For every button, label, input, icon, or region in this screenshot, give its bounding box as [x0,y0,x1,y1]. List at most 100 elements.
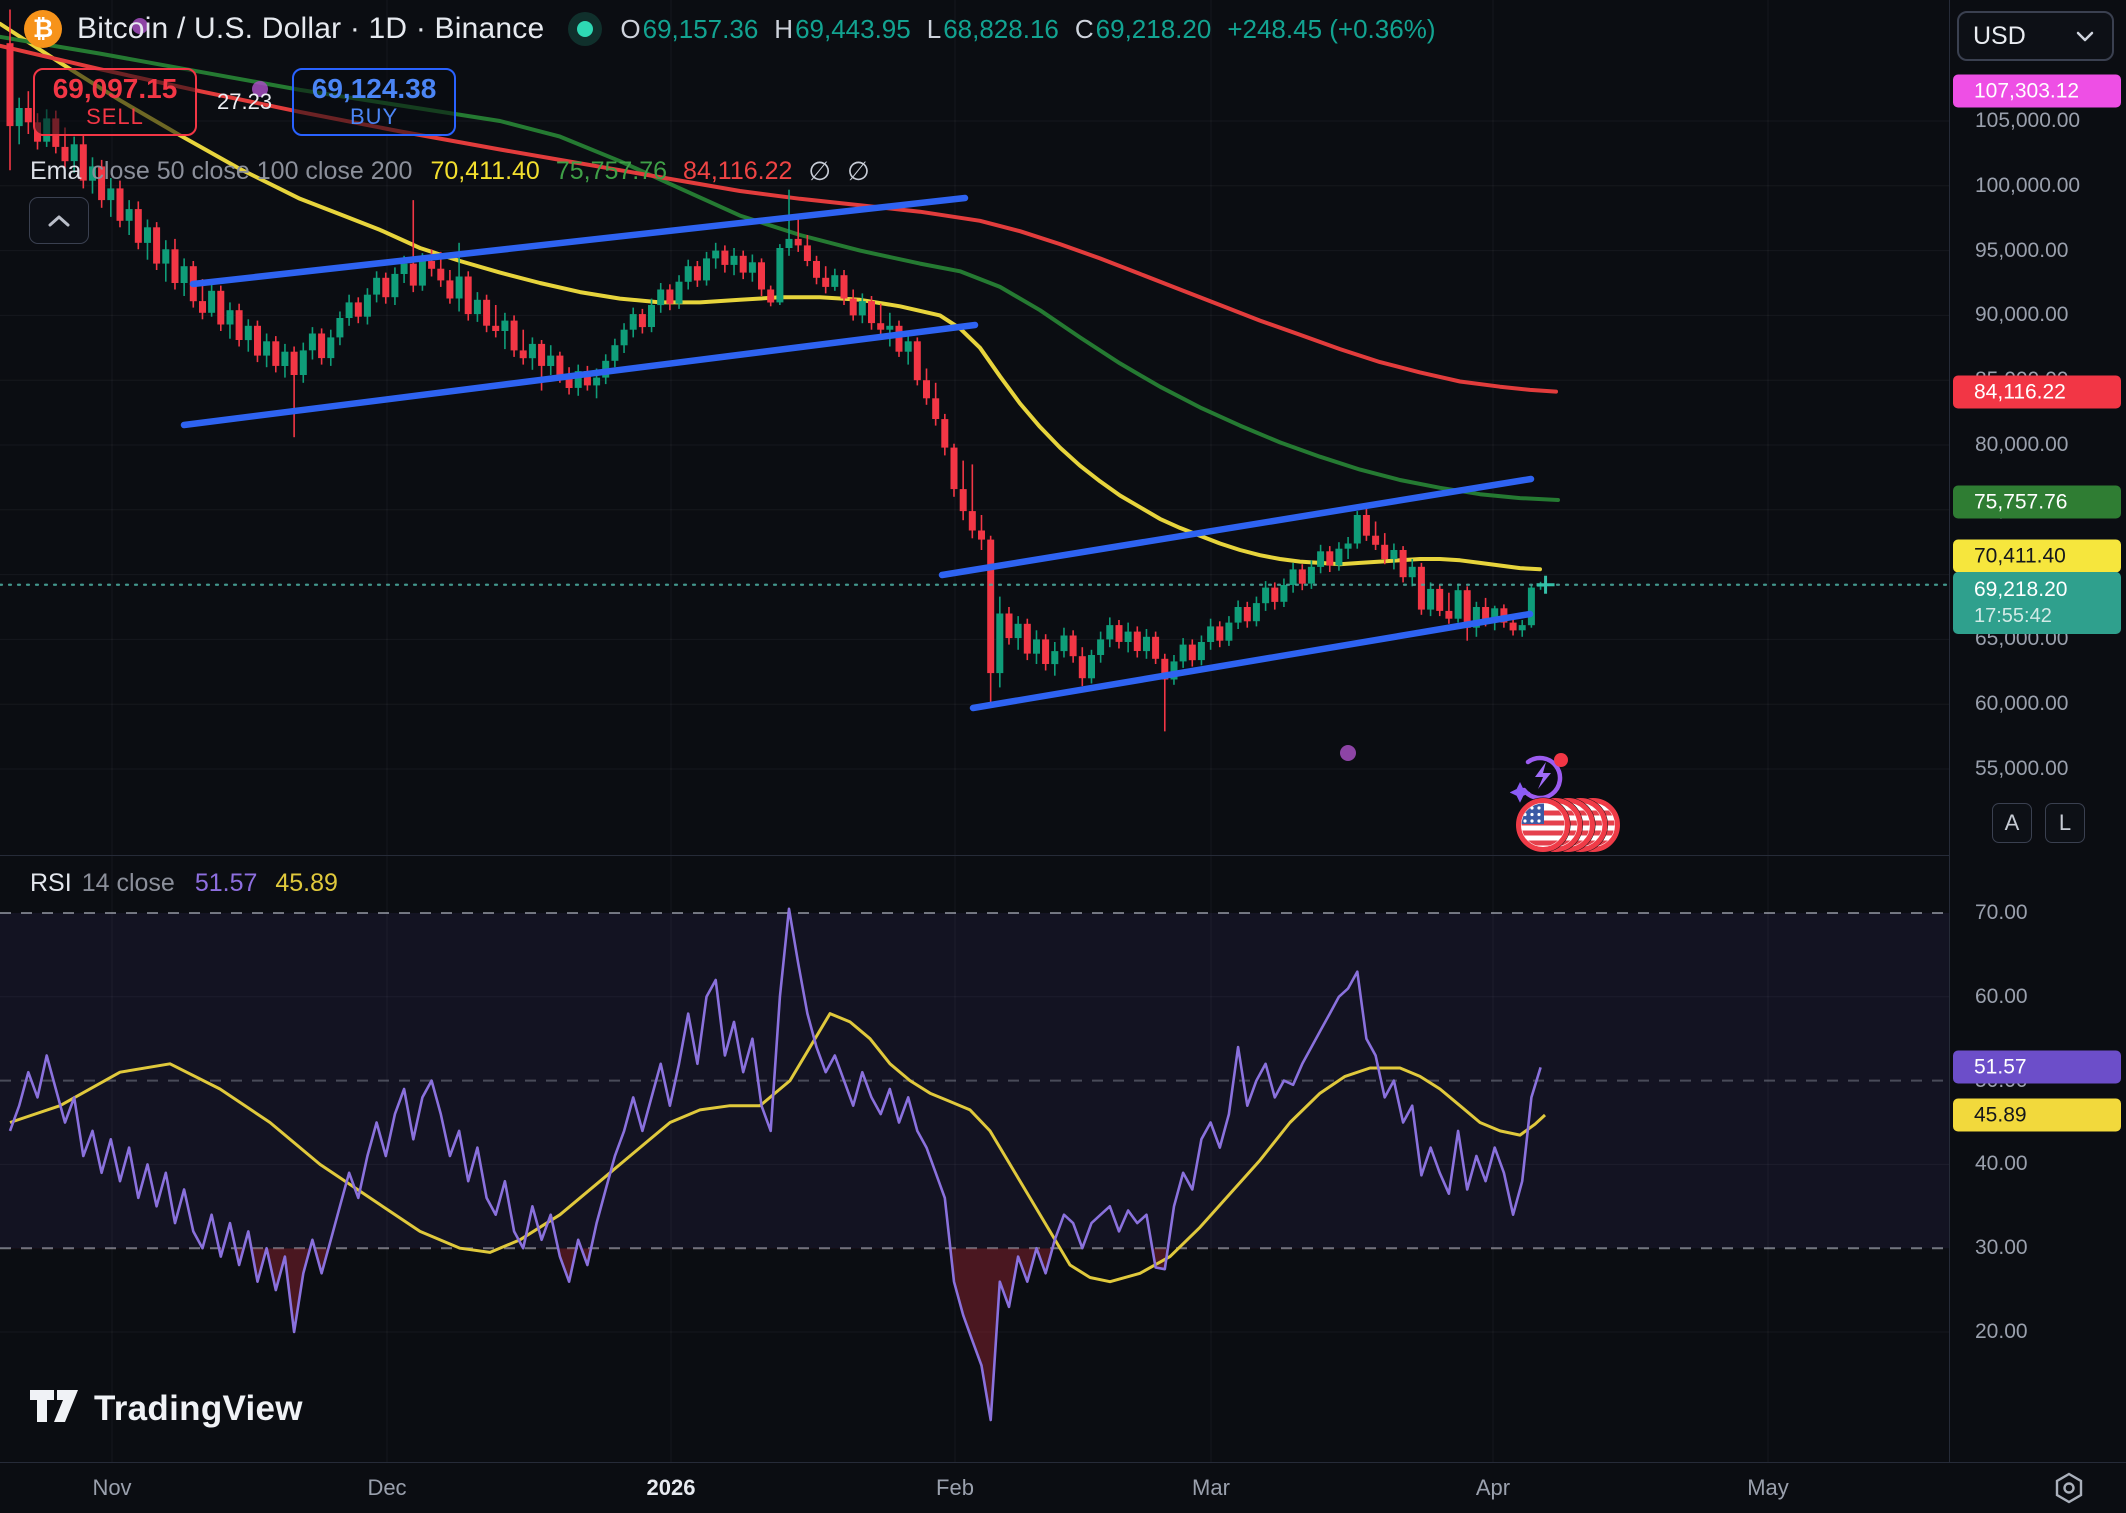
candle [300,350,307,375]
average-toggle-icon[interactable]: ∅ [847,156,870,187]
rsi-level-badge: 45.89 [1953,1099,2121,1132]
candle [391,274,398,297]
time-axis-label: Nov [92,1475,131,1501]
candle [346,302,353,318]
candle [1308,567,1315,584]
candle [1125,632,1132,642]
candle [401,264,408,274]
rsi-legend[interactable]: RSI 14 close 51.57 45.89 [30,869,338,898]
time-axis-label: Apr [1476,1475,1510,1501]
candle [1299,569,1306,583]
candle [731,256,738,265]
candle [135,209,142,243]
open-label: O [620,14,640,45]
symbol-title[interactable]: Bitcoin / U.S. Dollar · 1D · Binance [77,12,544,46]
candle [1134,632,1141,651]
trendline[interactable] [193,198,965,284]
candle [987,540,994,674]
candle [932,398,939,419]
candle [630,314,637,330]
candle [758,262,765,289]
flag-stack-icon[interactable] [1514,796,1624,859]
low-label: L [927,14,941,45]
candle [456,277,463,299]
time-axis-label: Mar [1192,1475,1230,1501]
tradingview-logo-text: TradingView [94,1389,303,1429]
price-chart-canvas[interactable] [0,0,1949,1462]
time-axis-label: 2026 [647,1475,696,1501]
candle [712,251,719,259]
candle [1079,656,1086,678]
candle [996,614,1003,674]
candle [483,300,490,326]
change-value: +248.45 (+0.36%) [1227,14,1435,45]
ema-name: Ema [30,157,81,186]
candle [7,43,14,126]
price-axis[interactable]: A L 105,000.00100,000.0095,000.0090,000.… [1949,0,2126,1462]
log-scale-button[interactable]: L [2045,803,2085,843]
candle [181,266,188,283]
candle [1152,637,1159,659]
candle [1033,639,1040,653]
candle [1042,639,1049,664]
time-axis-label: Dec [367,1475,406,1501]
price-level-badge: 75,757.76 [1953,486,2121,519]
candle [960,489,967,511]
collapse-legend-button[interactable] [29,197,89,244]
pane-separator[interactable] [0,855,2126,856]
chevron-up-icon [48,215,70,227]
candle [593,378,600,386]
candle [1528,588,1535,626]
candle [382,278,389,297]
candle [291,352,298,375]
candle [1207,626,1214,642]
candle [25,108,32,122]
candle [1290,569,1297,585]
candle [153,227,160,263]
candle [511,321,518,351]
candle [1235,607,1242,623]
tradingview-logo[interactable]: TradingView [28,1384,303,1434]
price-level-badge: 70,411.40 [1953,540,2121,573]
candle [217,291,224,325]
last-price-value: 69,218.20 [1974,576,2067,603]
candle [245,326,252,340]
candle [969,511,976,530]
currency-dropdown[interactable]: USD [1957,11,2114,61]
candle [1244,607,1251,621]
candle [336,318,343,337]
rsi-name: RSI [30,869,72,898]
candle [1427,589,1434,610]
candle [1116,625,1123,642]
candle [144,227,151,243]
candle [1400,550,1407,577]
buy-button[interactable]: 69,124.38 BUY [292,68,456,136]
axis-settings-icon[interactable] [2054,1472,2084,1509]
candle [107,188,114,200]
candle [1519,625,1526,630]
candle [804,245,811,261]
candle [1024,624,1031,654]
countdown-timer: 17:55:42 [1974,603,2052,630]
time-axis[interactable]: NovDec2026FebMarAprMay [0,1462,2126,1513]
auto-scale-button[interactable]: A [1992,803,2032,843]
ema-legend[interactable]: Ema close 50 close 100 close 200 70,411.… [30,156,870,187]
sell-button[interactable]: 69,097.15 SELL [33,68,197,136]
candle [1106,625,1113,639]
candle [1271,588,1278,602]
candle [941,419,948,448]
candle [126,209,133,221]
time-axis-label: Feb [936,1475,974,1501]
ema200-value: 84,116.22 [683,157,792,186]
sell-label: SELL [86,104,144,130]
market-status-icon[interactable] [568,12,602,46]
rsi-axis-label: 60.00 [1975,985,2028,1009]
symbol-header: ₿ Bitcoin / U.S. Dollar · 1D · Binance O… [24,10,1435,48]
candle [16,108,23,126]
candle [281,352,288,366]
candle [446,280,453,298]
candle [639,314,646,327]
average-toggle-icon[interactable]: ∅ [808,156,831,187]
candle [501,321,508,331]
candle [767,290,774,303]
